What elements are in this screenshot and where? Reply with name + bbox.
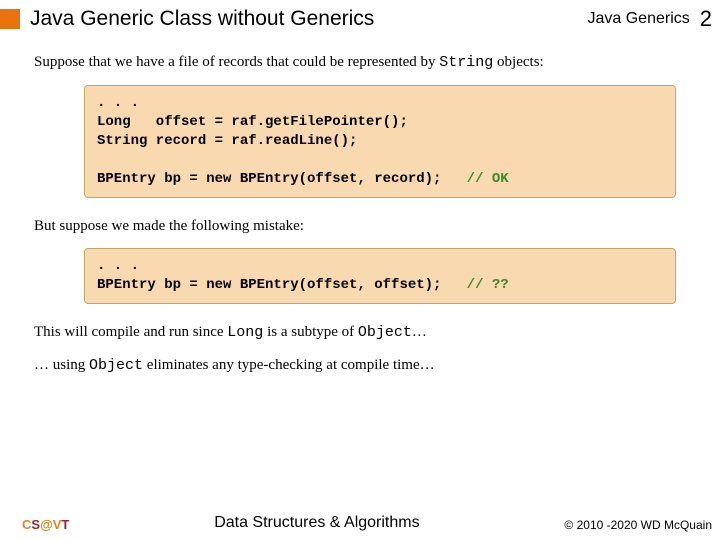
code1-body: . . . Long offset = raf.getFilePointer()… — [97, 95, 467, 187]
line4-b: eliminates any type-checking at compile … — [143, 357, 435, 373]
page-number: 2 — [700, 6, 712, 32]
brand-t: T — [61, 517, 69, 532]
slide-title: Java Generic Class without Generics — [30, 7, 587, 31]
brand-s: S — [31, 517, 40, 532]
code2-body: . . . BPEntry bp = new BPEntry(offset, o… — [97, 258, 467, 293]
line3-b: is a subtype of — [263, 324, 358, 340]
footer-brand: CS@VT — [22, 517, 69, 532]
line4-text: … using Object eliminates any type-check… — [34, 355, 696, 376]
slide-header: Java Generic Class without Generics Java… — [0, 0, 720, 38]
footer-center: Data Structures & Algorithms — [69, 514, 564, 532]
intro-text: Suppose that we have a file of records t… — [34, 52, 696, 73]
footer-copyright: © 2010 -2020 WD McQuain — [564, 518, 712, 532]
brand-c: C — [22, 517, 31, 532]
topic-label: Java Generics — [587, 10, 689, 28]
accent-block — [0, 9, 20, 29]
mid-text: But suppose we made the following mistak… — [34, 216, 696, 236]
line3-text: This will compile and run since Long is … — [34, 322, 696, 343]
line3-c: … — [412, 324, 427, 340]
code-block-1: . . . Long offset = raf.getFilePointer()… — [84, 85, 676, 197]
code-block-2: . . . BPEntry bp = new BPEntry(offset, o… — [84, 248, 676, 304]
code1-comment: // OK — [467, 171, 509, 187]
code2-comment: // ?? — [467, 277, 509, 293]
intro-part-b: objects: — [493, 54, 543, 70]
brand-at: @ — [40, 517, 53, 532]
line4-mono: Object — [89, 357, 143, 374]
intro-mono: String — [439, 54, 493, 71]
line3-mono1: Long — [227, 324, 263, 341]
slide-content: Suppose that we have a file of records t… — [0, 38, 720, 376]
intro-part-a: Suppose that we have a file of records t… — [34, 54, 439, 70]
slide-footer: CS@VT Data Structures & Algorithms © 201… — [0, 514, 720, 532]
line3-a: This will compile and run since — [34, 324, 227, 340]
line4-a: … using — [34, 357, 89, 373]
line3-mono2: Object — [358, 324, 412, 341]
